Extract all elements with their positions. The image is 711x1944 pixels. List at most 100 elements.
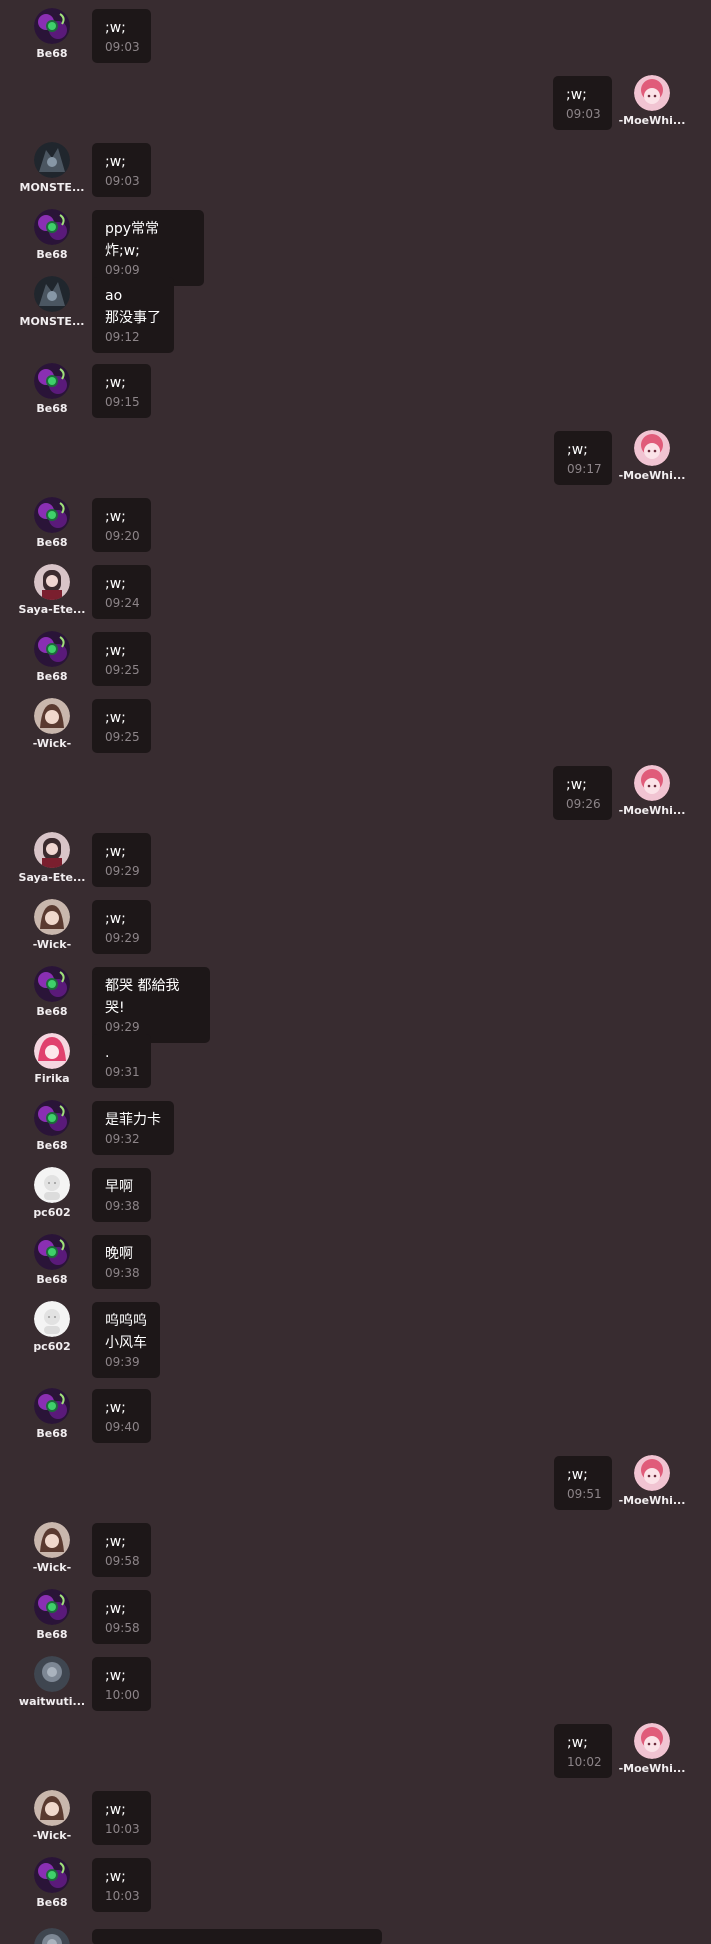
username[interactable]: waitwuti...	[8, 1695, 96, 1708]
message-timestamp: 09:15	[105, 395, 140, 409]
username[interactable]: -MoeWhi...	[608, 1762, 696, 1775]
message-text: ;w;	[566, 87, 587, 103]
message-text: 晚啊	[105, 1246, 133, 1262]
username[interactable]: -MoeWhi...	[608, 114, 696, 127]
username[interactable]: -MoeWhi...	[608, 469, 696, 482]
message-text: ;w;	[567, 1735, 588, 1751]
message-text: 呜呜呜 小风车	[105, 1313, 147, 1351]
avatar[interactable]	[34, 142, 70, 178]
avatar[interactable]	[634, 1723, 670, 1759]
message-bubble: . 09:31	[92, 1034, 151, 1088]
username[interactable]: pc602	[8, 1206, 96, 1219]
avatar[interactable]	[34, 698, 70, 734]
username[interactable]: Saya-Ete...	[8, 603, 96, 616]
message-timestamp: 09:03	[105, 174, 140, 188]
avatar[interactable]	[34, 1100, 70, 1136]
avatar[interactable]	[34, 1301, 70, 1337]
username[interactable]: pc602	[8, 1340, 96, 1353]
message-timestamp: 09:58	[105, 1554, 140, 1568]
message-timestamp: 09:25	[105, 663, 140, 677]
message-bubble: ;w; 09:03	[553, 76, 612, 130]
avatar[interactable]	[34, 1388, 70, 1424]
username[interactable]: MONSTE...	[8, 181, 96, 194]
avatar[interactable]	[34, 1033, 70, 1069]
user-info: Be68	[8, 363, 96, 415]
message-timestamp: 09:20	[105, 529, 140, 543]
avatar[interactable]	[34, 497, 70, 533]
avatar[interactable]	[34, 1790, 70, 1826]
username[interactable]: -Wick-	[8, 1561, 96, 1574]
username[interactable]: Be68	[8, 536, 96, 549]
user-info: -MoeWhi...	[608, 765, 696, 817]
message-timestamp: 09:38	[105, 1199, 140, 1213]
avatar[interactable]	[34, 209, 70, 245]
message-timestamp: 09:39	[105, 1355, 140, 1369]
message-bubble: ;w; 09:29	[92, 833, 151, 887]
avatar[interactable]	[34, 1234, 70, 1270]
username[interactable]: Be68	[8, 248, 96, 261]
username[interactable]: Be68	[8, 47, 96, 60]
avatar[interactable]	[34, 966, 70, 1002]
chat-message-list[interactable]: Be68 ;w; 09:03 -MoeWhi... ;w; 09:03 MONSTE...;…	[0, 0, 711, 1944]
message-text: ao 那没事了	[105, 288, 161, 326]
user-info: Be68	[8, 1388, 96, 1440]
message-text: ;w;	[105, 643, 126, 659]
avatar[interactable]	[634, 430, 670, 466]
message-bubble: ;w; 09:15	[92, 364, 151, 418]
username[interactable]: Saya-Ete...	[8, 871, 96, 884]
message-bubble: ;w; 09:26	[553, 766, 612, 820]
message-bubble: 是菲力卡 09:32	[92, 1101, 174, 1155]
username[interactable]: Be68	[8, 1427, 96, 1440]
user-info: -MoeWhi...	[608, 75, 696, 127]
username[interactable]: -MoeWhi...	[608, 1494, 696, 1507]
username[interactable]: MONSTE...	[8, 315, 96, 328]
message-timestamp: 10:00	[105, 1688, 140, 1702]
username[interactable]: -Wick-	[8, 1829, 96, 1842]
avatar[interactable]	[634, 765, 670, 801]
username[interactable]: Be68	[8, 1628, 96, 1641]
user-info: waitwuti...	[8, 1656, 96, 1708]
message-bubble: ;w; 09:58	[92, 1590, 151, 1644]
username[interactable]: Be68	[8, 1896, 96, 1909]
username[interactable]: Be68	[8, 1273, 96, 1286]
user-info: -MoeWhi...	[608, 430, 696, 482]
message-text: ;w;	[105, 710, 126, 726]
avatar[interactable]	[34, 631, 70, 667]
avatar[interactable]	[34, 832, 70, 868]
message-timestamp: 09:40	[105, 1420, 140, 1434]
message-bubble: ;w; 09:51	[554, 1456, 612, 1510]
avatar[interactable]	[34, 276, 70, 312]
username[interactable]: -MoeWhi...	[608, 804, 696, 817]
avatar[interactable]	[34, 363, 70, 399]
avatar[interactable]	[34, 1928, 70, 1944]
message-timestamp: 09:38	[105, 1266, 140, 1280]
user-info: Firika	[8, 1033, 96, 1085]
message-bubble: ;w; 09:40	[92, 1389, 151, 1443]
avatar[interactable]	[34, 1522, 70, 1558]
message-bubble: ;w; 10:02	[554, 1724, 612, 1778]
message-bubble: ;w; 09:03	[92, 143, 151, 197]
avatar[interactable]	[34, 8, 70, 44]
username[interactable]: -Wick-	[8, 938, 96, 951]
message-timestamp: 09:31	[105, 1065, 140, 1079]
username[interactable]: -Wick-	[8, 737, 96, 750]
avatar[interactable]	[34, 1167, 70, 1203]
username[interactable]: Be68	[8, 402, 96, 415]
avatar[interactable]	[634, 75, 670, 111]
username[interactable]: Be68	[8, 1139, 96, 1152]
message-text: ;w;	[105, 375, 126, 391]
avatar[interactable]	[34, 899, 70, 935]
user-info: -MoeWhi...	[608, 1723, 696, 1775]
username[interactable]: Be68	[8, 1005, 96, 1018]
user-info: -MoeWhi...	[608, 1455, 696, 1507]
avatar[interactable]	[34, 1857, 70, 1893]
message-timestamp: 10:02	[567, 1755, 602, 1769]
avatar[interactable]	[634, 1455, 670, 1491]
username[interactable]: Firika	[8, 1072, 96, 1085]
message-bubble: ;w; 09:25	[92, 699, 151, 753]
avatar[interactable]	[34, 1656, 70, 1692]
avatar[interactable]	[34, 564, 70, 600]
avatar[interactable]	[34, 1589, 70, 1625]
message-timestamp: 10:03	[105, 1889, 140, 1903]
username[interactable]: Be68	[8, 670, 96, 683]
